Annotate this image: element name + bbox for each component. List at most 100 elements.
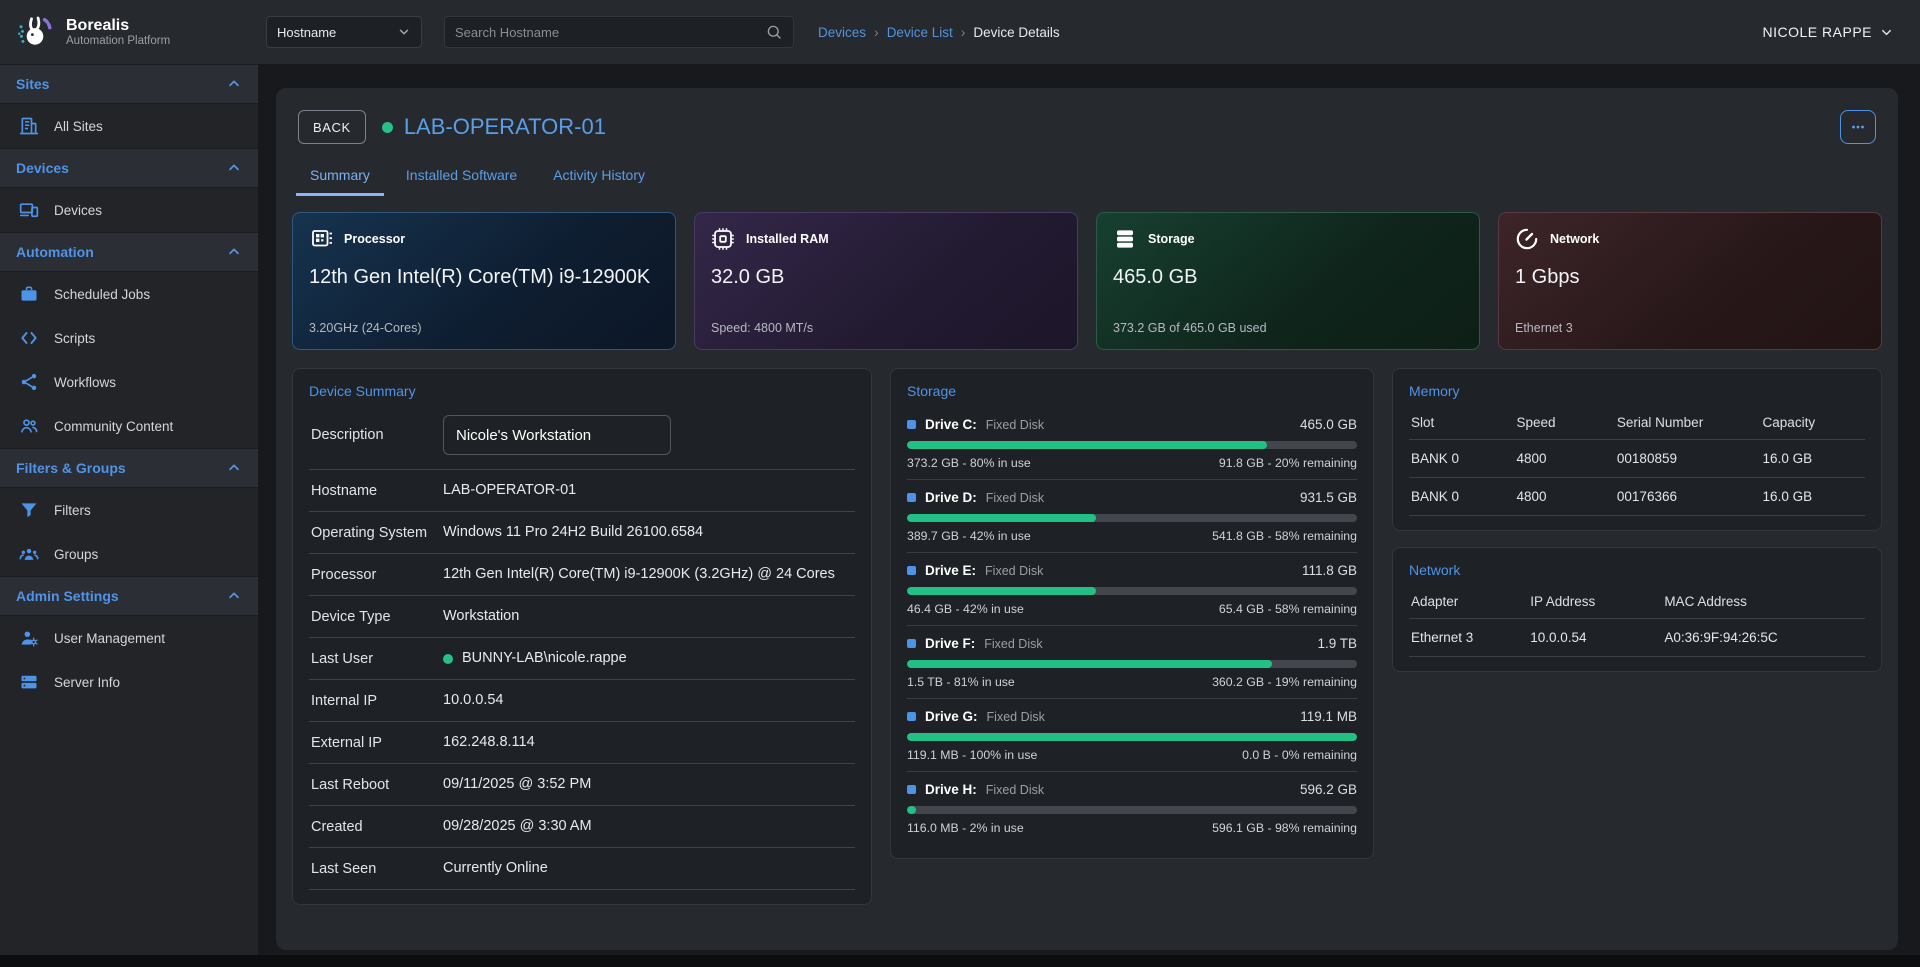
sidebar-item[interactable]: Devices	[0, 188, 258, 232]
summary-value-text: 09/11/2025 @ 3:52 PM	[443, 774, 591, 795]
summary-row-value: Currently Online	[443, 858, 853, 879]
memory-speed: 4800	[1516, 489, 1616, 504]
cpu-icon	[309, 227, 333, 251]
user-menu[interactable]: NICOLE RAPPE	[1763, 24, 1894, 40]
disks-icon	[1113, 227, 1137, 251]
search-field-select-value: Hostname	[277, 25, 336, 40]
search-icon[interactable]	[765, 23, 783, 41]
more-actions-button[interactable]	[1840, 110, 1876, 144]
sidebar-section-label: Devices	[16, 160, 69, 176]
drive-used-text: 46.4 GB - 42% in use	[907, 602, 1024, 616]
memory-col-speed: Speed	[1516, 415, 1616, 430]
search-input[interactable]	[455, 25, 765, 40]
sidebar-item[interactable]: All Sites	[0, 104, 258, 148]
main-content: BACK LAB-OPERATOR-01 Summary Installed S…	[258, 64, 1920, 967]
sidebar-section-header[interactable]: Sites	[0, 64, 258, 104]
network-rows: Ethernet 3 10.0.0.54 A0:36:9F:94:26:5C	[1409, 618, 1865, 657]
breadcrumb-link[interactable]: Device List	[887, 25, 953, 40]
sidebar-section-items: User Management Server Info	[0, 616, 258, 704]
tab[interactable]: Summary	[296, 158, 384, 196]
sidebar-section-header[interactable]: Filters & Groups	[0, 448, 258, 488]
summary-row-value: Nicole's Workstation	[443, 415, 853, 455]
chevron-down-icon	[397, 25, 411, 39]
back-button[interactable]: BACK	[298, 110, 366, 144]
drive-size: 119.1 MB	[1300, 709, 1357, 724]
memory-capacity: 16.0 GB	[1763, 451, 1863, 466]
sidebar: Sites All Sites Devices	[0, 64, 258, 955]
sidebar-section-label: Filters & Groups	[16, 460, 126, 476]
drive-bullet-icon	[907, 420, 916, 429]
drive-type: Fixed Disk	[984, 637, 1042, 651]
chevron-up-icon	[226, 76, 242, 92]
memory-capacity: 16.0 GB	[1763, 489, 1863, 504]
description-input[interactable]	[443, 415, 671, 455]
breadcrumb-link[interactable]: Device Details	[973, 25, 1059, 40]
drive-usage-bar	[907, 587, 1357, 595]
network-col-adapter: Adapter	[1411, 594, 1530, 609]
brand-text: Borealis Automation Platform	[66, 17, 170, 47]
memory-panel: Memory Slot Speed Serial Number Capacity…	[1392, 368, 1882, 531]
chevron-up-icon	[226, 244, 242, 260]
tab[interactable]: Activity History	[539, 158, 659, 196]
summary-row: Device Type Workstation	[309, 596, 855, 638]
sidebar-section-header[interactable]: Admin Settings	[0, 576, 258, 616]
stat-card-subtext: Ethernet 3	[1515, 321, 1865, 335]
summary-row-value: Workstation	[443, 606, 853, 627]
drive-row: Drive H: Fixed Disk 596.2 GB 116.0 MB - …	[907, 772, 1357, 844]
briefcase-icon	[19, 284, 39, 304]
sidebar-item[interactable]: Workflows	[0, 360, 258, 404]
drive-remaining-text: 65.4 GB - 58% remaining	[1219, 602, 1357, 616]
sidebar-section: Admin Settings User Management Server In…	[0, 576, 258, 704]
search-field-select[interactable]: Hostname	[266, 16, 422, 48]
summary-row: Created 09/28/2025 @ 3:30 AM	[309, 806, 855, 848]
chevron-up-icon	[226, 160, 242, 176]
drive-type: Fixed Disk	[985, 564, 1043, 578]
drive-used-text: 1.5 TB - 81% in use	[907, 675, 1015, 689]
drive-usage-bar	[907, 441, 1357, 449]
memory-serial: 00176366	[1617, 489, 1763, 504]
sidebar-section-header[interactable]: Automation	[0, 232, 258, 272]
memory-row: BANK 0 4800 00180859 16.0 GB	[1409, 439, 1865, 477]
drive-header: Drive D: Fixed Disk 931.5 GB	[907, 490, 1357, 505]
device-details-panel: BACK LAB-OPERATOR-01 Summary Installed S…	[276, 88, 1898, 950]
sidebar-item[interactable]: Filters	[0, 488, 258, 532]
drive-type: Fixed Disk	[986, 783, 1044, 797]
drive-usage-bar	[907, 733, 1357, 741]
right-column: Memory Slot Speed Serial Number Capacity…	[1392, 368, 1882, 672]
summary-row-value: BUNNY-LAB\nicole.rappe	[443, 648, 853, 669]
stat-card: Processor 12th Gen Intel(R) Core(TM) i9-…	[292, 212, 676, 350]
summary-row: Last Reboot 09/11/2025 @ 3:52 PM	[309, 764, 855, 806]
memory-serial: 00180859	[1617, 451, 1763, 466]
sidebar-item[interactable]: Server Info	[0, 660, 258, 704]
summary-row-value: 10.0.0.54	[443, 690, 853, 711]
stat-card-label: Installed RAM	[746, 232, 829, 246]
summary-value-text: Workstation	[443, 606, 519, 627]
drive-size: 931.5 GB	[1300, 490, 1357, 505]
drive-name: Drive F:	[925, 636, 975, 651]
memory-slot: BANK 0	[1411, 451, 1516, 466]
sidebar-item[interactable]: Scripts	[0, 316, 258, 360]
network-adapter: Ethernet 3	[1411, 630, 1530, 645]
breadcrumb-item: Device List ›	[887, 24, 974, 40]
sidebar-item[interactable]: Scheduled Jobs	[0, 272, 258, 316]
summary-row: Hostname LAB-OPERATOR-01	[309, 470, 855, 512]
drive-used-text: 116.0 MB - 2% in use	[907, 821, 1024, 835]
sidebar-item[interactable]: Community Content	[0, 404, 258, 448]
tab[interactable]: Installed Software	[392, 158, 531, 196]
horizontal-scrollbar[interactable]	[0, 955, 1920, 967]
top-bar: Borealis Automation Platform Hostname De…	[0, 0, 1920, 64]
summary-row: Operating System Windows 11 Pro 24H2 Bui…	[309, 512, 855, 554]
summary-row: Last Seen Currently Online	[309, 848, 855, 890]
stat-cards: Processor 12th Gen Intel(R) Core(TM) i9-…	[292, 212, 1882, 350]
sidebar-item[interactable]: Groups	[0, 532, 258, 576]
summary-row-label: Processor	[311, 567, 429, 583]
stat-card-header: Storage	[1113, 227, 1463, 251]
sidebar-item[interactable]: User Management	[0, 616, 258, 660]
summary-value-text: 162.248.8.114	[443, 732, 535, 753]
sidebar-section-header[interactable]: Devices	[0, 148, 258, 188]
summary-row-label: Device Type	[311, 609, 429, 625]
drive-type: Fixed Disk	[986, 491, 1044, 505]
summary-row-label: Operating System	[311, 525, 429, 541]
breadcrumb-link[interactable]: Devices	[818, 25, 866, 40]
breadcrumb-item: Devices ›	[818, 24, 887, 40]
